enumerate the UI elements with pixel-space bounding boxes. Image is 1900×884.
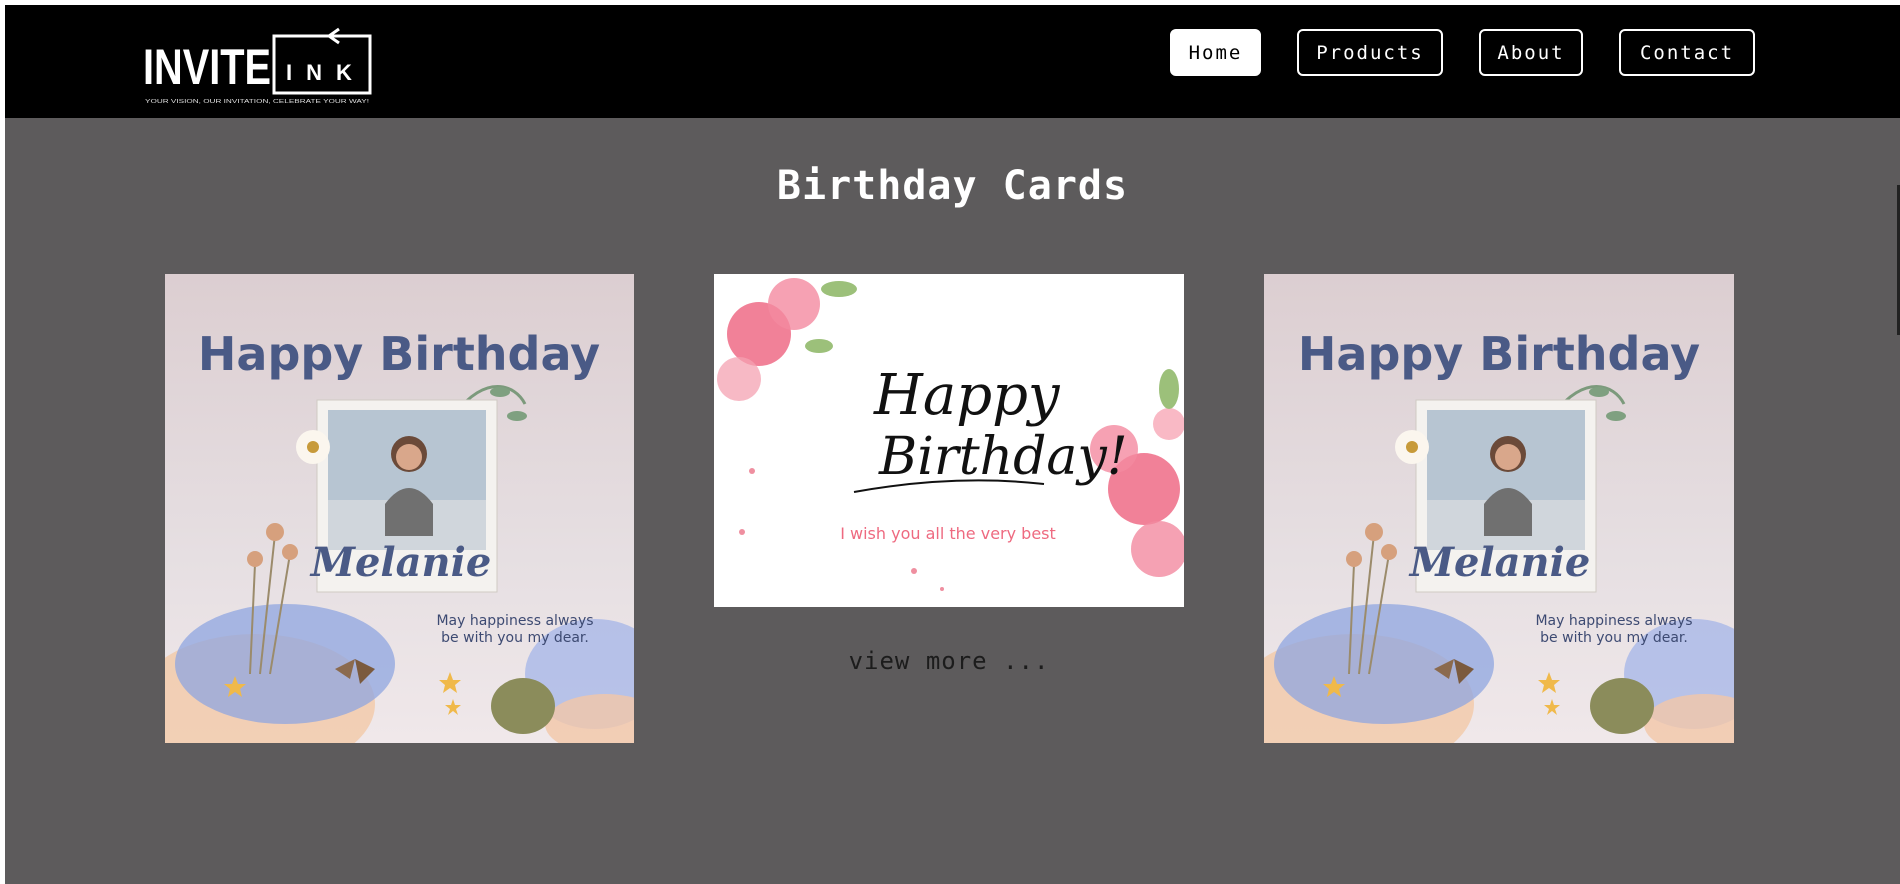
logo-tagline: YOUR VISION, OUR INVITATION, CELEBRATE Y… (145, 99, 369, 105)
nav-products-button[interactable]: Products (1297, 29, 1443, 76)
page-title: Birthday Cards (776, 163, 1129, 209)
logo-main-text: INVITE (143, 39, 271, 95)
nav-contact-button[interactable]: Contact (1619, 29, 1755, 76)
birthday-card-image-3[interactable]: Happy Birthday Melanie May happiness alw… (1264, 274, 1734, 743)
card-message-line1: May happiness always (436, 613, 593, 629)
navbar: INVITE INK YOUR VISION, OUR INVITATION, … (5, 5, 1900, 118)
brand-logo[interactable]: INVITE INK YOUR VISION, OUR INVITATION, … (143, 26, 373, 106)
view-more-link[interactable]: view more ... (714, 647, 1184, 675)
logo-accent-text: INK (286, 60, 366, 85)
card-name: Melanie (309, 539, 492, 586)
card-message-line1: May happiness always (1535, 613, 1692, 629)
birthday-card-image-2[interactable]: Happy Birthday! I wish you all the very … (714, 274, 1184, 607)
card-artwork: Happy Birthday! I wish you all the very … (717, 278, 1184, 591)
card-heading: Happy Birthday (198, 327, 600, 381)
card-name: Melanie (1408, 539, 1591, 586)
card-message-line2: be with you my dear. (441, 630, 589, 646)
card-artwork: Happy Birthday Melanie May happiness alw… (1264, 327, 1734, 743)
nav-home-button[interactable]: Home (1170, 29, 1261, 76)
card-artwork: Happy Birthday Melanie May happiness alw… (165, 327, 634, 743)
arrow-left-icon (326, 27, 370, 45)
card-heading: Happy Birthday (1298, 327, 1700, 381)
card-heading-line2: Birthday! (878, 427, 1128, 487)
page-frame: INVITE INK YOUR VISION, OUR INVITATION, … (5, 5, 1900, 884)
birthday-card-image-1[interactable]: Happy Birthday Melanie May happiness alw… (165, 274, 634, 743)
nav-about-button[interactable]: About (1479, 29, 1583, 76)
card-message-line2: be with you my dear. (1540, 630, 1688, 646)
card-heading-line1: Happy (873, 363, 1061, 428)
card-message: I wish you all the very best (840, 524, 1056, 543)
